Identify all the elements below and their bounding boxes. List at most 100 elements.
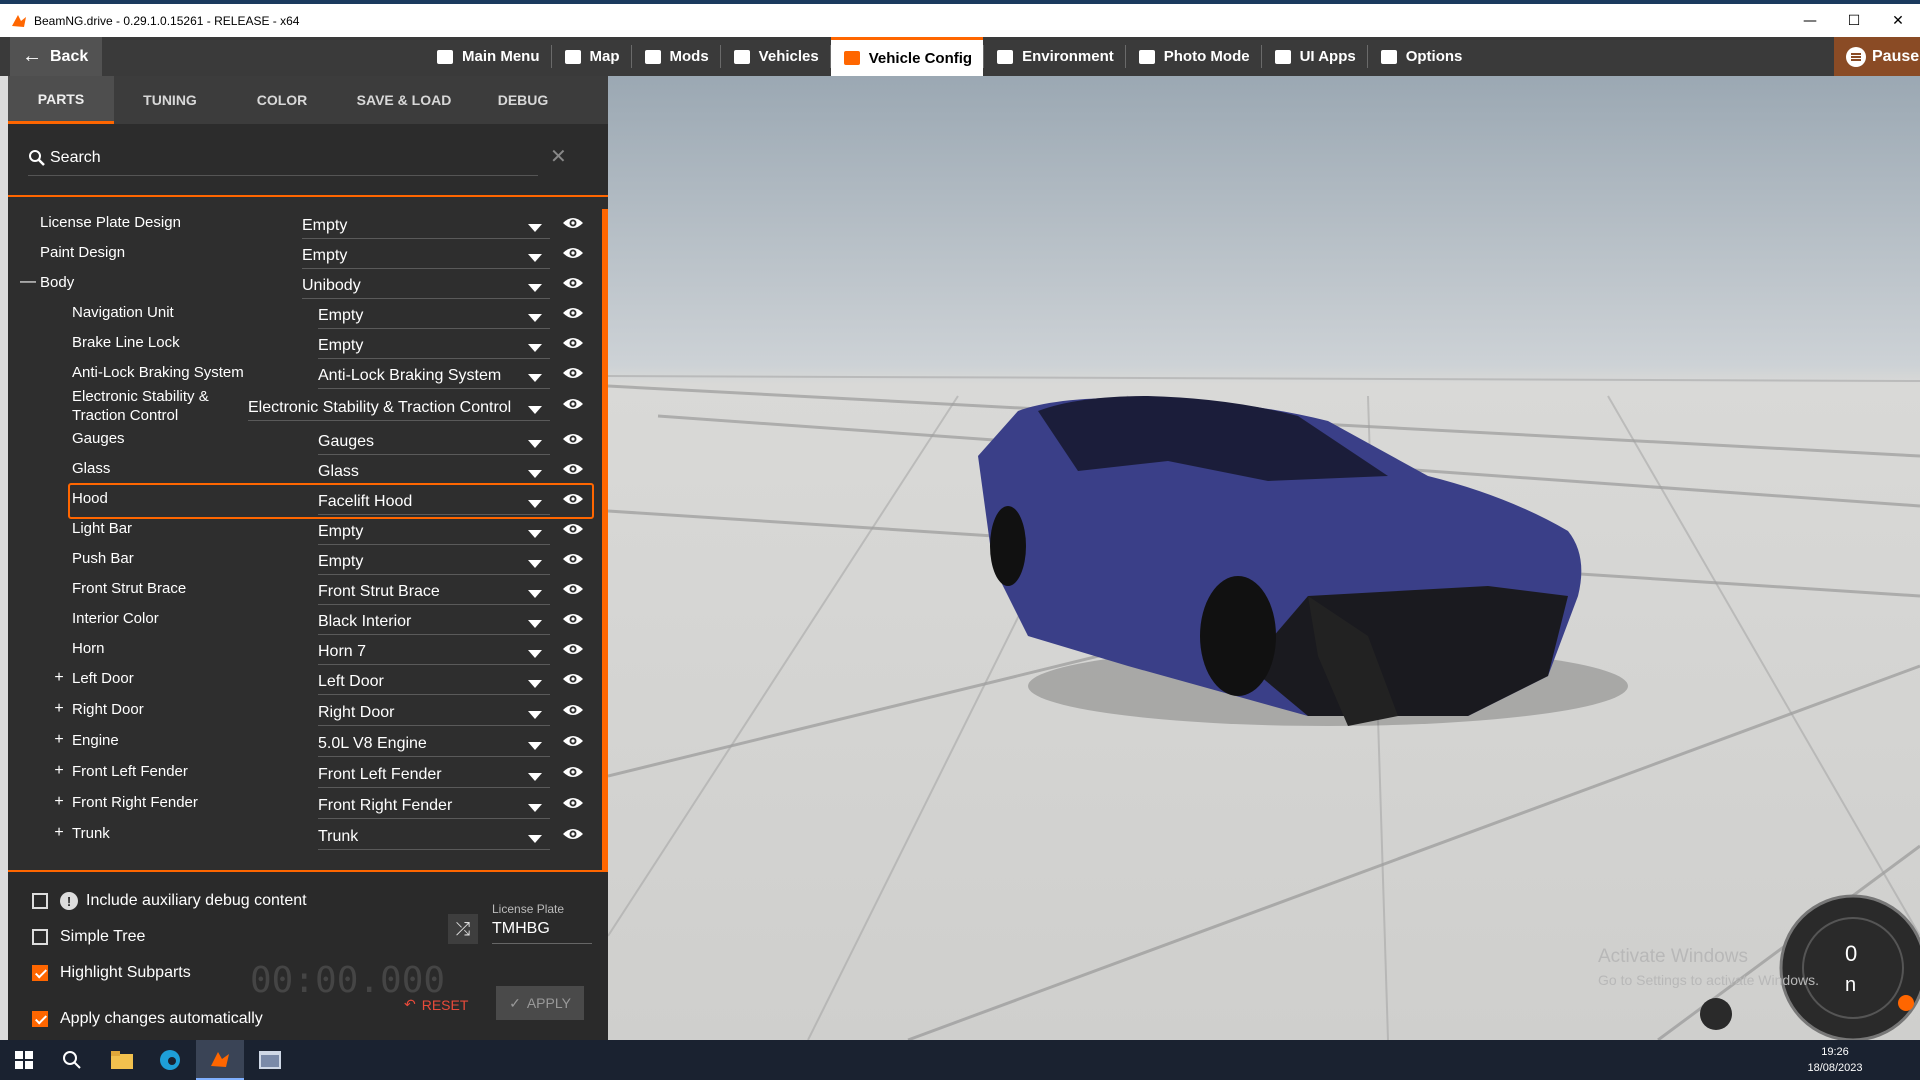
- expand-icon[interactable]: +: [52, 824, 66, 842]
- dropdown-caret-icon[interactable]: [528, 680, 542, 688]
- dropdown-caret-icon[interactable]: [528, 374, 542, 382]
- windows-start-icon[interactable]: [0, 1040, 48, 1080]
- visibility-eye-icon[interactable]: [562, 462, 584, 476]
- part-row[interactable]: Light Bar Empty: [8, 515, 598, 545]
- expand-icon[interactable]: +: [52, 762, 66, 780]
- visibility-eye-icon[interactable]: [562, 366, 584, 380]
- part-row[interactable]: + Trunk Trunk: [8, 820, 598, 850]
- back-button[interactable]: ← Back: [10, 37, 102, 76]
- app-window-icon[interactable]: [246, 1040, 294, 1080]
- expand-icon[interactable]: +: [52, 700, 66, 718]
- dropdown-caret-icon[interactable]: [528, 742, 542, 750]
- pause-button[interactable]: Pause: [1834, 37, 1920, 76]
- tab-tuning[interactable]: TUNING: [114, 76, 226, 124]
- shuffle-icon[interactable]: ⤮: [448, 914, 478, 944]
- part-select[interactable]: Empty: [318, 523, 550, 545]
- 3d-viewport[interactable]: 0 n: [608, 76, 1920, 1040]
- part-row[interactable]: + Front Right Fender Front Right Fender: [8, 789, 598, 819]
- menu-map[interactable]: Map: [552, 37, 631, 76]
- collapse-icon[interactable]: —: [20, 273, 36, 291]
- visibility-eye-icon[interactable]: [562, 336, 584, 350]
- dropdown-caret-icon[interactable]: [528, 440, 542, 448]
- apply-auto-checkbox[interactable]: [32, 1011, 48, 1027]
- part-select[interactable]: Anti-Lock Braking System: [318, 367, 550, 389]
- simple-tree-option[interactable]: Simple Tree: [32, 926, 145, 948]
- visibility-eye-icon[interactable]: [562, 672, 584, 686]
- part-select[interactable]: Right Door: [318, 704, 550, 726]
- beamng-taskbar-icon[interactable]: [196, 1040, 244, 1080]
- dropdown-caret-icon[interactable]: [528, 530, 542, 538]
- part-select[interactable]: Empty: [302, 217, 550, 239]
- dropdown-caret-icon[interactable]: [528, 284, 542, 292]
- part-row[interactable]: — Body Unibody: [8, 269, 598, 299]
- visibility-eye-icon[interactable]: [562, 552, 584, 566]
- system-clock[interactable]: 19:26 18/08/2023: [1800, 1044, 1870, 1076]
- clear-search-icon[interactable]: ✕: [550, 144, 567, 168]
- dropdown-caret-icon[interactable]: [528, 406, 542, 414]
- visibility-eye-icon[interactable]: [562, 734, 584, 748]
- close-window-button[interactable]: ✕: [1876, 4, 1920, 37]
- apply-auto-option[interactable]: Apply changes automatically: [32, 1008, 263, 1030]
- dropdown-caret-icon[interactable]: [528, 470, 542, 478]
- search-taskbar-icon[interactable]: [48, 1040, 96, 1080]
- dropdown-caret-icon[interactable]: [528, 804, 542, 812]
- dropdown-caret-icon[interactable]: [528, 590, 542, 598]
- menu-vehicles[interactable]: Vehicles: [721, 37, 830, 76]
- part-select[interactable]: 5.0L V8 Engine: [318, 735, 550, 757]
- menu-main-menu[interactable]: Main Menu: [424, 37, 551, 76]
- visibility-eye-icon[interactable]: [562, 765, 584, 779]
- menu-options[interactable]: Options: [1368, 37, 1474, 76]
- part-row[interactable]: Navigation Unit Empty: [8, 299, 598, 329]
- part-row[interactable]: Glass Glass: [8, 455, 598, 485]
- part-row[interactable]: Hood Facelift Hood: [8, 483, 598, 519]
- tab-color[interactable]: COLOR: [226, 76, 338, 124]
- visibility-eye-icon[interactable]: [562, 796, 584, 810]
- dropdown-caret-icon[interactable]: [528, 500, 542, 508]
- simple-tree-checkbox[interactable]: [32, 929, 48, 945]
- visibility-eye-icon[interactable]: [562, 612, 584, 626]
- part-select[interactable]: Empty: [302, 247, 550, 269]
- visibility-eye-icon[interactable]: [562, 306, 584, 320]
- visibility-eye-icon[interactable]: [562, 642, 584, 656]
- part-row[interactable]: + Right Door Right Door: [8, 696, 598, 726]
- visibility-eye-icon[interactable]: [562, 582, 584, 596]
- license-plate-input[interactable]: TMHBG: [492, 920, 592, 944]
- expand-icon[interactable]: +: [52, 669, 66, 687]
- dropdown-caret-icon[interactable]: [528, 835, 542, 843]
- edge-browser-icon[interactable]: [146, 1040, 194, 1080]
- part-row[interactable]: Front Strut Brace Front Strut Brace: [8, 575, 598, 605]
- part-row[interactable]: Anti-Lock Braking System Anti-Lock Brakin…: [8, 359, 598, 389]
- dropdown-caret-icon[interactable]: [528, 224, 542, 232]
- tree-scrollbar[interactable]: [602, 209, 608, 879]
- part-select[interactable]: Empty: [318, 337, 550, 359]
- part-select[interactable]: Empty: [318, 307, 550, 329]
- dropdown-caret-icon[interactable]: [528, 314, 542, 322]
- visibility-eye-icon[interactable]: [562, 246, 584, 260]
- aux-debug-option[interactable]: ! Include auxiliary debug content: [32, 890, 307, 912]
- part-select[interactable]: Glass: [318, 463, 550, 485]
- tab-save-load[interactable]: SAVE & LOAD: [338, 76, 470, 124]
- visibility-eye-icon[interactable]: [562, 703, 584, 717]
- part-select[interactable]: Facelift Hood: [318, 493, 550, 515]
- visibility-eye-icon[interactable]: [562, 432, 584, 446]
- part-row[interactable]: Brake Line Lock Empty: [8, 329, 598, 359]
- part-select[interactable]: Horn 7: [318, 643, 550, 665]
- part-row[interactable]: Push Bar Empty: [8, 545, 598, 575]
- highlight-subparts-option[interactable]: Highlight Subparts: [32, 962, 191, 984]
- part-row[interactable]: License Plate Design Empty: [8, 209, 598, 239]
- part-row[interactable]: Gauges Gauges: [8, 425, 598, 455]
- dropdown-caret-icon[interactable]: [528, 711, 542, 719]
- part-select[interactable]: Front Strut Brace: [318, 583, 550, 605]
- tab-debug[interactable]: DEBUG: [470, 76, 576, 124]
- menu-vehicle-config[interactable]: Vehicle Config: [830, 37, 984, 76]
- part-select[interactable]: Trunk: [318, 828, 550, 850]
- highlight-subparts-checkbox[interactable]: [32, 965, 48, 981]
- dropdown-caret-icon[interactable]: [528, 344, 542, 352]
- tab-parts[interactable]: PARTS: [8, 76, 114, 124]
- visibility-eye-icon[interactable]: [562, 216, 584, 230]
- menu-ui-apps[interactable]: UI Apps: [1262, 37, 1367, 76]
- visibility-eye-icon[interactable]: [562, 827, 584, 841]
- search-input[interactable]: [50, 148, 510, 167]
- dropdown-caret-icon[interactable]: [528, 650, 542, 658]
- part-row[interactable]: Paint Design Empty: [8, 239, 598, 269]
